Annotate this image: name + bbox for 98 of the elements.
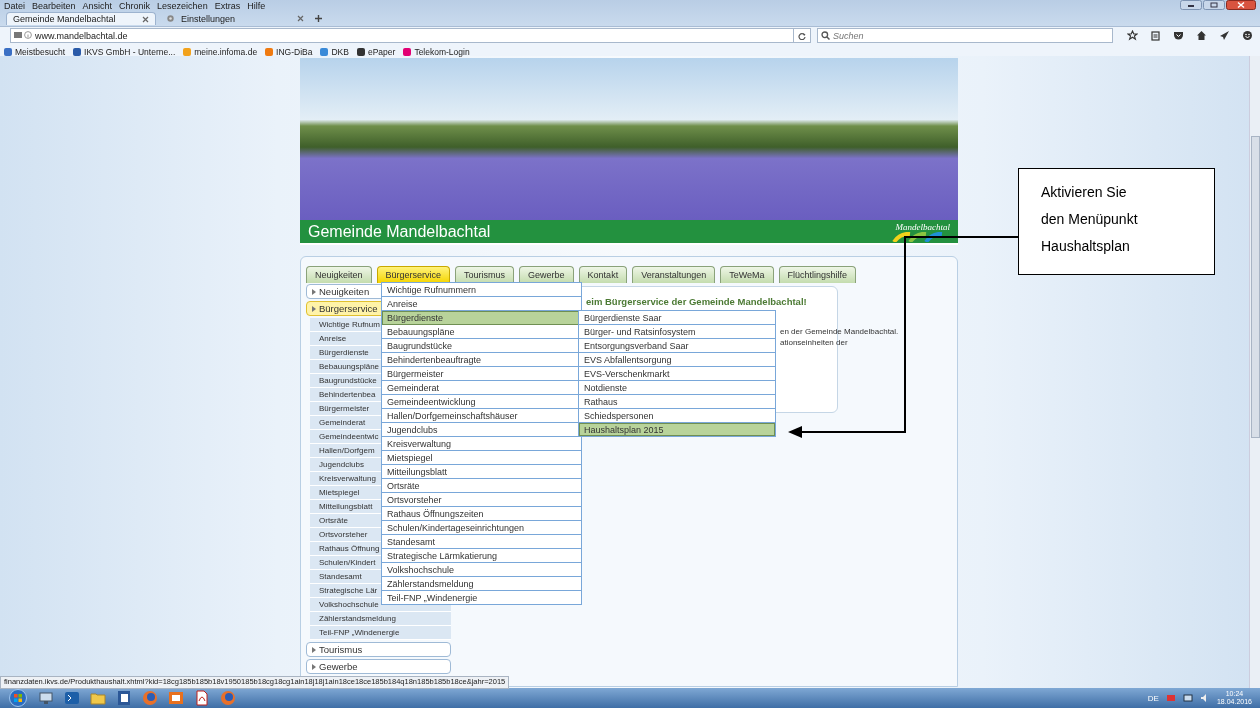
content-heading: eim Bürgerservice der Gemeinde Mandelbachtal! [586, 296, 807, 308]
menu-item[interactable]: Hallen/Dorfgemeinschaftshäuser [382, 409, 581, 423]
menu-item[interactable]: Ortsvorsteher [382, 493, 581, 507]
bookmark-link[interactable]: ING-DiBa [265, 46, 313, 57]
submenu-item[interactable]: Rathaus [579, 395, 775, 409]
banner-title: Gemeinde Mandelbachtal [308, 222, 491, 241]
browser-tab[interactable]: Einstellungen [160, 12, 310, 25]
smiley-icon[interactable] [1242, 30, 1253, 41]
sidebar-subitem[interactable]: Zählerstandsmeldung [310, 612, 451, 626]
address-field[interactable]: www.mandelbachtal.de [10, 28, 794, 43]
menu-item[interactable]: Mitteilungsblatt [382, 465, 581, 479]
submenu-item[interactable]: EVS Abfallentsorgung [579, 353, 775, 367]
submenu-item[interactable]: Entsorgungsverband Saar [579, 339, 775, 353]
content-text: ationseinheiten der [780, 337, 848, 348]
menu-item[interactable]: Rathaus Öffnungszeiten [382, 507, 581, 521]
menu-item[interactable]: Strategische Lärmkatierung [382, 549, 581, 563]
menu-item[interactable]: Zählerstandsmeldung [382, 577, 581, 591]
bookmark-link[interactable]: ePaper [356, 46, 396, 57]
menu-item[interactable]: Mietspiegel [382, 451, 581, 465]
gear-icon [166, 14, 175, 23]
caret-icon [312, 288, 316, 295]
star-icon[interactable] [1127, 30, 1138, 41]
menu-item[interactable]: Jugendclubs [382, 423, 581, 437]
terminal-icon[interactable] [64, 690, 80, 706]
menu-item[interactable]: Kreisverwaltung [382, 437, 581, 451]
menu-item[interactable]: Ansicht [82, 1, 113, 11]
monitor-icon[interactable] [38, 690, 54, 706]
shield-icon[interactable] [1173, 30, 1184, 41]
bookmark-link[interactable]: DKB [320, 46, 349, 57]
site-icon [356, 47, 365, 56]
content-text: en der Gemeinde Mandelbachtal. [780, 326, 899, 337]
menu-item[interactable]: Hilfe [247, 1, 266, 11]
start-button[interactable] [8, 689, 28, 707]
menu-item[interactable]: Standesamt [382, 535, 581, 549]
nav-tab[interactable]: Kontakt [578, 266, 628, 283]
menu-item[interactable]: Extras [214, 1, 241, 11]
bookmark-link[interactable]: Telekom-Login [403, 46, 470, 57]
document-icon[interactable] [116, 690, 132, 706]
clipboard-icon[interactable] [1150, 30, 1161, 41]
search-icon [821, 31, 830, 40]
menu-item[interactable]: Bürgermeister [382, 367, 581, 381]
sidebar-item[interactable]: Gewerbe [306, 659, 451, 674]
scrollbar-thumb[interactable] [1250, 136, 1260, 438]
browser-tab[interactable]: Gemeinde Mandelbachtal [6, 12, 156, 25]
submenu-item[interactable]: Notdienste [579, 381, 775, 395]
nav-tab[interactable]: TeWeMa [720, 266, 774, 283]
scrollbar[interactable] [1249, 56, 1260, 688]
submenu-item[interactable]: Schiedspersonen [579, 409, 775, 423]
submenu-item[interactable]: Haushaltsplan 2015 [579, 423, 775, 436]
nav-tab[interactable]: Veranstaltungen [632, 266, 716, 283]
bookmark-link[interactable]: meine.infoma.de [183, 46, 258, 57]
minimize-button[interactable] [1180, 0, 1202, 10]
site-icon [183, 47, 192, 56]
nav-tab[interactable]: Flüchtlingshilfe [778, 266, 857, 283]
nav-tab[interactable]: Neuigkeiten [306, 266, 372, 283]
submenu-item[interactable]: Bürger- und Ratsinfosystem [579, 325, 775, 339]
info-icon [24, 31, 32, 39]
home-icon[interactable] [1196, 30, 1207, 41]
menu-item[interactable]: Datei [4, 1, 25, 11]
close-button[interactable] [1226, 0, 1256, 10]
sidebar-subitem[interactable]: Teil-FNP „Windenergie [310, 626, 451, 640]
menu-item[interactable]: Anreise [382, 297, 581, 311]
menu-item[interactable]: Baugrundstücke [382, 339, 581, 353]
callout-note: Aktivieren Sie den Menüpunkt Haushaltsplan [1018, 168, 1215, 275]
site-icon [403, 47, 412, 56]
caret-icon [312, 663, 316, 670]
bookmark-link[interactable]: Meistbesucht [4, 46, 66, 57]
menu-item[interactable]: Lesezeichen [157, 1, 208, 11]
reload-icon [798, 31, 806, 40]
caret-icon [312, 646, 316, 653]
close-icon[interactable] [297, 15, 304, 22]
document-icon[interactable] [194, 690, 210, 706]
menu-item[interactable]: Behindertenbeauftragte [382, 353, 581, 367]
submenu-item[interactable]: EVS-Verschenkmarkt [579, 367, 775, 381]
menu-item[interactable]: Schulen/Kindertageseinrichtungen [382, 521, 581, 535]
menu-item[interactable]: Chronik [119, 1, 151, 11]
menu-item[interactable]: Wichtige Rufnummern [382, 283, 581, 297]
send-icon[interactable] [1219, 30, 1230, 41]
menu-item[interactable]: Gemeindeentwicklung [382, 395, 581, 409]
menu-item[interactable]: Volkshochschule [382, 563, 581, 577]
language-indicator[interactable]: DE [1147, 693, 1159, 703]
menu-item[interactable]: Gemeinderat [382, 381, 581, 395]
menu-item[interactable]: Bebauungspläne [382, 325, 581, 339]
site-icon [4, 47, 12, 56]
submenu-item[interactable]: Bürgerdienste Saar [579, 311, 775, 325]
menu-item[interactable]: Bearbeiten [32, 1, 76, 11]
site-icon [265, 47, 274, 56]
menu-item[interactable]: Bürgerdienste [382, 311, 581, 325]
site-icon [73, 47, 82, 56]
new-tab-icon[interactable] [314, 14, 323, 23]
page-icon [14, 31, 22, 39]
logo-text: Mandelbachtal [895, 221, 950, 232]
close-icon[interactable] [142, 15, 149, 23]
site-icon [320, 47, 329, 56]
bookmark-link[interactable]: IKVS GmbH - Unterne... [73, 46, 176, 57]
search-field[interactable]: Suchen [817, 28, 1113, 43]
sidebar-item[interactable]: Tourismus [306, 642, 451, 657]
caret-icon [312, 305, 316, 312]
